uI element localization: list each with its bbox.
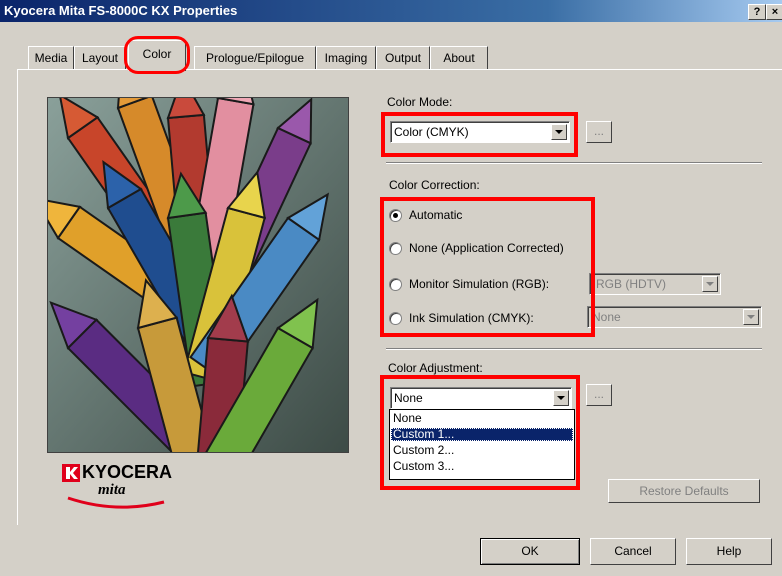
window-title: Kyocera Mita FS-8000C KX Properties [4, 3, 238, 18]
color-tab-highlight [124, 36, 190, 74]
color-correction-highlight [380, 197, 595, 337]
logo-brand: KYOCERA [82, 462, 173, 482]
color-mode-label: Color Mode: [387, 95, 453, 109]
tab-prologue-epilogue[interactable]: Prologue/Epilogue [194, 46, 316, 69]
tab-media[interactable]: Media [28, 46, 74, 69]
ink-simulation-select[interactable]: None [587, 306, 762, 328]
logo-swoosh [67, 496, 165, 509]
help-button[interactable]: Help [686, 538, 772, 565]
tab-imaging[interactable]: Imaging [316, 46, 376, 69]
kyocera-logo-icon [62, 464, 80, 482]
separator [386, 348, 762, 350]
chevron-down-icon[interactable] [702, 276, 718, 292]
color-mode-highlight [381, 112, 578, 157]
ink-simulation-value: None [592, 310, 621, 324]
separator [386, 162, 762, 164]
title-bar[interactable]: Kyocera Mita FS-8000C KX Properties ? × [0, 0, 782, 22]
cancel-button[interactable]: Cancel [590, 538, 676, 565]
monitor-simulation-value: RGB (HDTV) [596, 277, 666, 291]
close-icon[interactable]: × [766, 4, 782, 20]
color-correction-label: Color Correction: [389, 178, 480, 192]
color-adjustment-label: Color Adjustment: [388, 361, 483, 375]
crayons-image [47, 97, 349, 453]
tab-layout[interactable]: Layout [74, 46, 126, 69]
color-mode-more-button[interactable]: ... [586, 121, 612, 143]
restore-defaults-button[interactable]: Restore Defaults [608, 479, 760, 503]
ok-button[interactable]: OK [480, 538, 580, 565]
chevron-down-icon[interactable] [743, 309, 759, 325]
color-adjustment-more-button[interactable]: ... [586, 384, 612, 406]
color-adjustment-highlight [380, 375, 580, 490]
help-icon[interactable]: ? [748, 4, 766, 20]
tab-about[interactable]: About [430, 46, 488, 69]
kyocera-mita-logo: KYOCERA mita [62, 462, 202, 514]
monitor-simulation-select[interactable]: RGB (HDTV) [589, 273, 721, 295]
tab-output[interactable]: Output [376, 46, 430, 69]
